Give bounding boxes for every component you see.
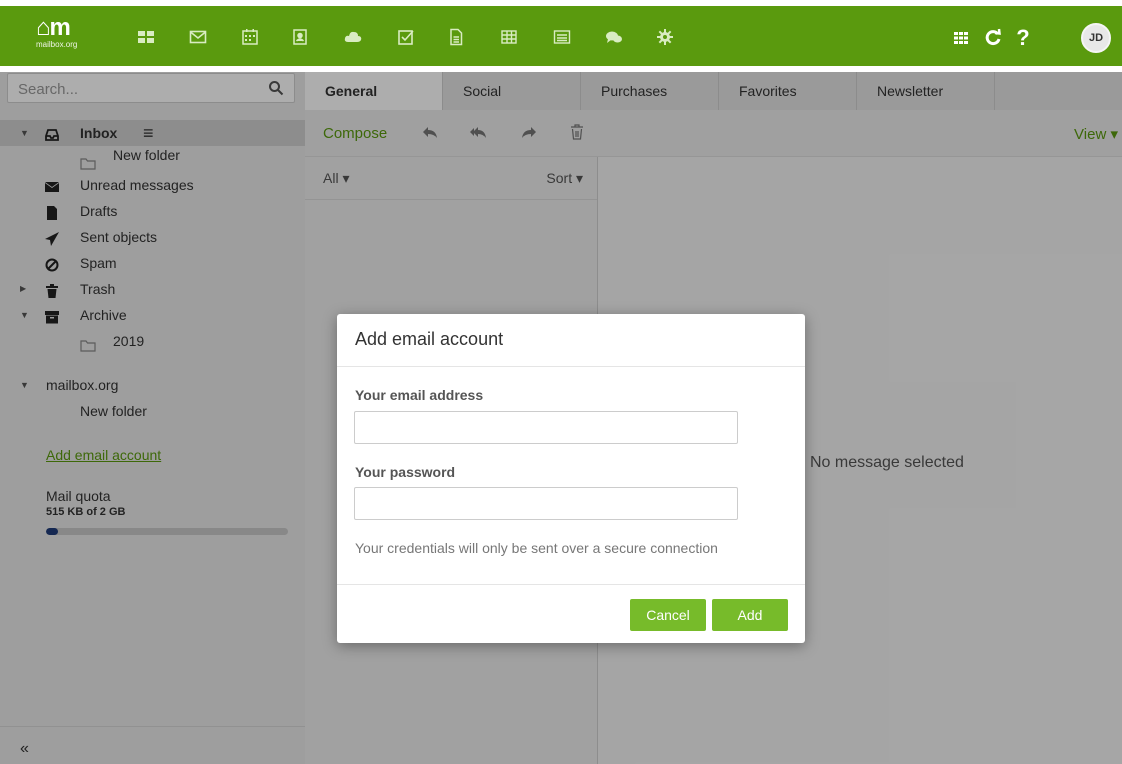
- avatar[interactable]: JD: [1081, 23, 1111, 53]
- presentation-icon[interactable]: [552, 27, 572, 47]
- mailbox-logo[interactable]: ⌂m mailbox.org: [36, 16, 96, 56]
- add-button[interactable]: Add: [712, 599, 788, 631]
- dialog-header-divider: [337, 366, 805, 367]
- refresh-icon[interactable]: [982, 27, 1004, 49]
- cancel-button[interactable]: Cancel: [630, 599, 706, 631]
- help-icon[interactable]: ?: [1012, 25, 1034, 50]
- top-bar-strip: ⌂m mailbox.org ? JD: [0, 6, 1122, 66]
- email-field[interactable]: [354, 411, 738, 444]
- secure-connection-note: Your credentials will only be sent over …: [355, 540, 718, 556]
- apps-grid-icon[interactable]: [950, 27, 972, 49]
- dialog-footer-divider: [337, 584, 805, 585]
- logo-mark: ⌂m: [36, 14, 71, 41]
- documents-icon[interactable]: [446, 27, 466, 47]
- chat-icon[interactable]: [604, 27, 624, 47]
- drive-icon[interactable]: [343, 27, 363, 47]
- password-field[interactable]: [354, 487, 738, 520]
- email-label: Your email address: [355, 387, 484, 403]
- portal-icon[interactable]: [136, 27, 156, 47]
- spreadsheet-icon[interactable]: [499, 27, 519, 47]
- address-book-icon[interactable]: [290, 27, 310, 47]
- mail-icon[interactable]: [188, 27, 208, 47]
- logo-subtitle: mailbox.org: [36, 40, 78, 49]
- add-email-account-dialog: Add email account Your email address You…: [337, 314, 805, 643]
- settings-icon[interactable]: [655, 27, 675, 47]
- calendar-icon[interactable]: [240, 27, 260, 47]
- password-label: Your password: [355, 464, 456, 480]
- dialog-title: Add email account: [355, 329, 504, 349]
- top-bar: ⌂m mailbox.org ? JD: [0, 0, 1122, 72]
- tasks-icon[interactable]: [396, 27, 416, 47]
